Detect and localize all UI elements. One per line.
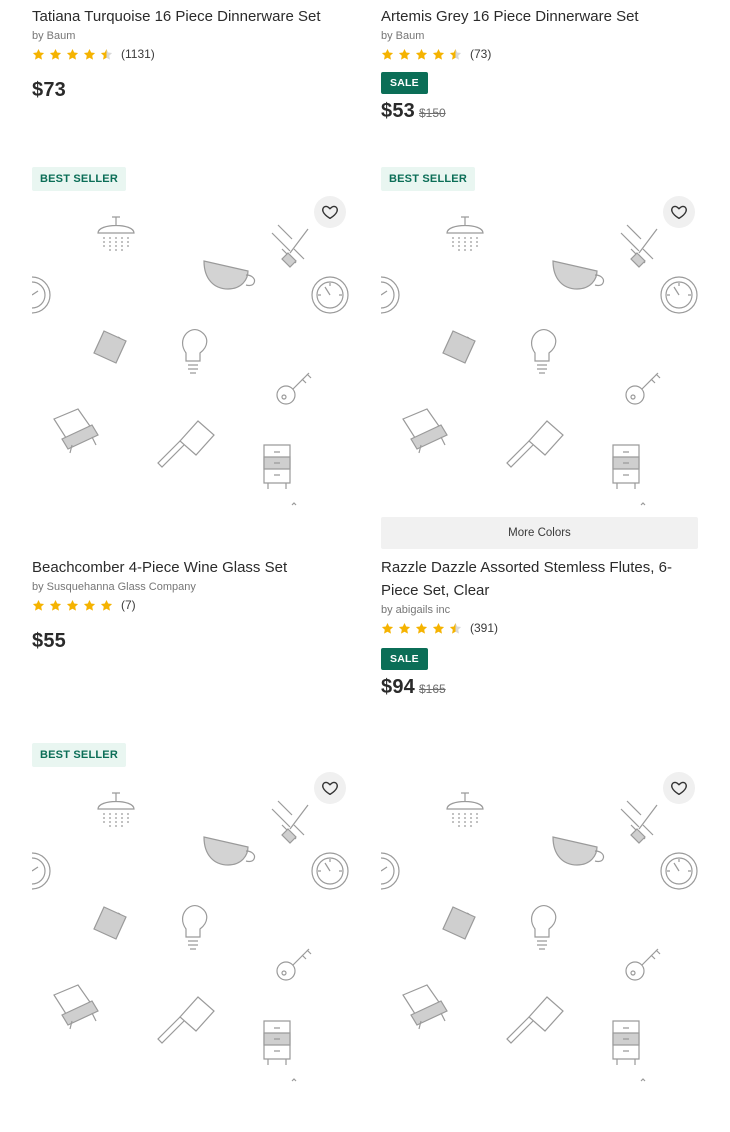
product-image[interactable] [32, 203, 349, 509]
product-card-artemis[interactable]: Artemis Grey 16 Piece Dinnerware Set by … [381, 5, 698, 123]
product-title[interactable]: Razzle Dazzle Assorted Stemless Flutes, … [381, 556, 698, 602]
heart-outline-icon [321, 203, 339, 221]
product-card-razzle-dazzle[interactable]: Razzle Dazzle Assorted Stemless Flutes, … [381, 556, 698, 699]
star-half-icon [449, 622, 462, 635]
product-rating: (1131) [32, 46, 349, 62]
review-count: (7) [121, 598, 136, 612]
heart-outline-icon [670, 779, 688, 797]
product-rating: (7) [32, 597, 349, 613]
star-half-icon [100, 48, 113, 61]
review-count: (1131) [121, 47, 155, 61]
star-icon [381, 622, 394, 635]
star-rating [381, 48, 466, 61]
star-icon [49, 48, 62, 61]
product-brand[interactable]: by Baum [381, 29, 698, 43]
more-colors-button[interactable]: More Colors [381, 517, 698, 549]
sale-badge: SALE [381, 72, 428, 94]
sale-badge-wrap: SALE [381, 648, 698, 670]
star-icon [83, 599, 96, 612]
price: $55 [32, 630, 66, 652]
placeholder-image-icon [32, 779, 349, 1085]
star-icon [381, 48, 394, 61]
price-row: $73 [32, 79, 349, 102]
review-count: (73) [470, 47, 492, 61]
star-icon [398, 622, 411, 635]
price-row: $53 $150 [381, 100, 698, 123]
favorite-button[interactable] [663, 772, 695, 804]
price: $73 [32, 79, 66, 101]
placeholder-image-icon [32, 203, 349, 509]
star-rating [32, 599, 117, 612]
original-price: $165 [418, 682, 446, 696]
star-icon [32, 599, 45, 612]
favorite-button[interactable] [663, 196, 695, 228]
star-rating [32, 48, 117, 61]
price-row: $94 $165 [381, 676, 698, 699]
product-rating: (391) [381, 620, 698, 636]
favorite-button[interactable] [314, 196, 346, 228]
product-card-tatiana[interactable]: Tatiana Turquoise 16 Piece Dinnerware Se… [32, 5, 349, 102]
price: $94 [381, 676, 415, 698]
sale-badge: SALE [381, 648, 428, 670]
star-icon [415, 48, 428, 61]
product-image[interactable] [381, 203, 698, 509]
heart-outline-icon [670, 203, 688, 221]
star-half-icon [449, 48, 462, 61]
product-image[interactable] [381, 779, 698, 1085]
star-icon [66, 48, 79, 61]
review-count: (391) [470, 621, 499, 635]
star-icon [83, 48, 96, 61]
star-icon [66, 599, 79, 612]
product-title[interactable]: Tatiana Turquoise 16 Piece Dinnerware Se… [32, 5, 349, 28]
price-row: $55 [32, 630, 349, 653]
sale-badge-wrap: SALE [381, 72, 698, 94]
product-title[interactable]: Beachcomber 4-Piece Wine Glass Set [32, 556, 349, 579]
star-icon [398, 48, 411, 61]
original-price: $150 [418, 106, 446, 120]
placeholder-image-icon [381, 779, 698, 1085]
best-seller-badge: BEST SELLER [32, 743, 126, 767]
heart-outline-icon [321, 779, 339, 797]
star-icon [415, 622, 428, 635]
best-seller-badge: BEST SELLER [32, 167, 126, 191]
product-brand[interactable]: by Susquehanna Glass Company [32, 580, 349, 594]
product-brand[interactable]: by abigails inc [381, 603, 698, 617]
star-icon [100, 599, 113, 612]
best-seller-badge: BEST SELLER [381, 167, 475, 191]
favorite-button[interactable] [314, 772, 346, 804]
placeholder-image-icon [381, 203, 698, 509]
product-rating: (73) [381, 46, 698, 62]
price: $53 [381, 100, 415, 122]
star-icon [49, 599, 62, 612]
product-brand[interactable]: by Baum [32, 29, 349, 43]
product-card-beachcomber[interactable]: Beachcomber 4-Piece Wine Glass Set by Su… [32, 556, 349, 653]
star-icon [32, 48, 45, 61]
product-image[interactable] [32, 779, 349, 1085]
star-icon [432, 48, 445, 61]
star-icon [432, 622, 445, 635]
star-rating [381, 622, 466, 635]
product-title[interactable]: Artemis Grey 16 Piece Dinnerware Set [381, 5, 698, 28]
